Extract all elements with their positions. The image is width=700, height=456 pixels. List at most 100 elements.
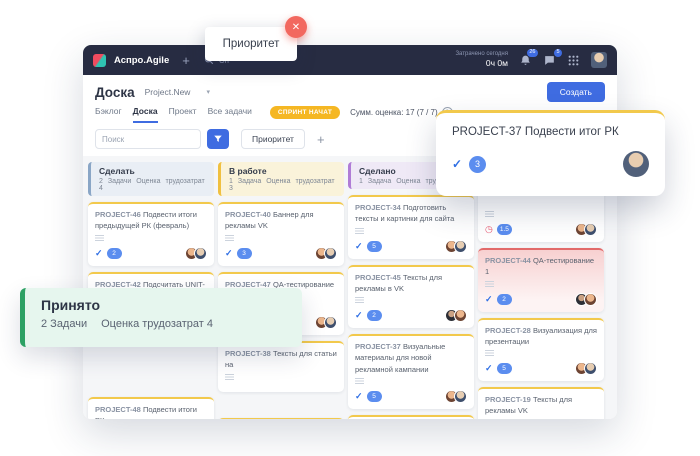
close-icon: ✕ bbox=[292, 22, 300, 33]
task-card-project-37[interactable]: PROJECT-37 Визуальные материалы для ново… bbox=[348, 334, 474, 409]
priority-tooltip: Приоритет ✕ bbox=[205, 27, 297, 61]
task-card-project-28[interactable]: PROJECT-28 Визуализация для презентации ✓… bbox=[478, 318, 604, 382]
tab-Доска[interactable]: Доска bbox=[133, 106, 158, 123]
task-card-title: PROJECT-34 Подготовить тексты и картинки… bbox=[355, 202, 467, 225]
accepted-task-count: 2 Задачи bbox=[41, 318, 87, 330]
tab-Все задачи[interactable]: Все задачи bbox=[208, 106, 252, 123]
assignee-avatars bbox=[575, 223, 597, 236]
accepted-column-tooltip: Принято 2 Задачи Оценка трудозатрат 4 bbox=[20, 288, 302, 347]
top-navigation-bar: Аспро.Agile + Сп Затрачено сегодня 0ч 0м… bbox=[83, 45, 617, 75]
checkmark-icon: ✓ bbox=[485, 363, 493, 374]
task-card-title: PROJECT-48 Подвести итоги РК bbox=[95, 404, 207, 419]
task-id: PROJECT-34 bbox=[355, 203, 401, 212]
alarm-clock-icon: ◷ bbox=[485, 225, 493, 234]
assignee-avatars bbox=[315, 316, 337, 329]
task-card-footer: ✓3 bbox=[225, 247, 337, 260]
close-button[interactable]: ✕ bbox=[285, 16, 307, 38]
task-card-footer: ✓5 bbox=[355, 240, 467, 253]
checkmark-icon: ✓ bbox=[452, 157, 462, 171]
task-id: PROJECT-46 bbox=[95, 210, 141, 219]
avatar bbox=[324, 247, 337, 260]
accepted-estimate: Оценка трудозатрат 4 bbox=[101, 318, 213, 330]
column-accepted: ◷1.5PROJECT-44 QA-тестирование 1✓2PROJEC… bbox=[478, 162, 604, 419]
task-id: PROJECT-45 bbox=[355, 273, 401, 282]
task-id: PROJECT-40 bbox=[225, 210, 271, 219]
task-card-title: PROJECT-37 Визуальные материалы для ново… bbox=[355, 341, 467, 375]
topbar-right-group: Затрачено сегодня 0ч 0м 26 5 bbox=[455, 51, 607, 69]
column-header: В работе1 Задача Оценка трудозатрат 3 bbox=[218, 162, 344, 196]
task-id: PROJECT-19 bbox=[485, 395, 531, 404]
column-meta: 2 Задачи Оценка трудозатрат 4 bbox=[99, 178, 206, 192]
task-card-project-23[interactable]: PROJECT-23 Итоги РК✓5 bbox=[348, 415, 474, 419]
description-lines-icon bbox=[485, 350, 494, 356]
task-card-footer: ✓2 bbox=[95, 247, 207, 260]
description-lines-icon bbox=[355, 378, 364, 384]
time-tracker[interactable]: Затрачено сегодня 0ч 0м bbox=[455, 51, 508, 69]
assignee-avatar[interactable] bbox=[623, 151, 649, 177]
column-header: Сделать2 Задачи Оценка трудозатрат 4 bbox=[88, 162, 214, 196]
quick-add-icon[interactable]: + bbox=[182, 54, 190, 67]
task-card-project-48[interactable]: PROJECT-48 Подвести итоги РК✓2 bbox=[88, 397, 214, 419]
grid-dots-icon bbox=[567, 54, 580, 67]
task-card-popup[interactable]: PROJECT-37 Подвести итог РК ✓ 3 bbox=[436, 110, 665, 196]
description-lines-icon bbox=[355, 228, 364, 234]
task-card-footer: ✓2 bbox=[355, 309, 467, 322]
app-window: Аспро.Agile + Сп Затрачено сегодня 0ч 0м… bbox=[83, 45, 617, 419]
checkmark-icon: ✓ bbox=[355, 391, 363, 402]
description-lines-icon bbox=[95, 235, 104, 241]
checkmark-icon: ✓ bbox=[355, 241, 363, 252]
task-card-popup-title: PROJECT-37 Подвести итог РК bbox=[452, 126, 649, 138]
notifications-button[interactable]: 26 bbox=[519, 54, 532, 67]
apps-menu-button[interactable] bbox=[567, 54, 580, 67]
task-card-footer: ✓2 bbox=[485, 293, 597, 306]
tab-Проект[interactable]: Проект bbox=[169, 106, 197, 123]
checklist-count-badge: 5 bbox=[367, 391, 382, 402]
user-avatar[interactable] bbox=[591, 52, 607, 68]
checkmark-icon: ✓ bbox=[355, 310, 363, 321]
task-card-project-46[interactable]: PROJECT-46 Подвести итоги предыдущей РК … bbox=[88, 202, 214, 266]
task-card[interactable]: теории✓3 bbox=[218, 418, 344, 420]
description-lines-icon bbox=[485, 281, 494, 287]
assignee-avatars bbox=[315, 247, 337, 260]
assignee-avatars bbox=[445, 240, 467, 253]
task-card-title: PROJECT-46 Подвести итоги предыдущей РК … bbox=[95, 209, 207, 232]
assignee-avatars bbox=[575, 293, 597, 306]
filter-button[interactable] bbox=[207, 129, 229, 149]
task-card-project-44[interactable]: PROJECT-44 QA-тестирование 1✓2 bbox=[478, 248, 604, 312]
board-header: Доска Project.New ▾ Создать bbox=[83, 75, 617, 103]
column-Сделано: Сделано1 Задача Оценка трудозатратPROJEC… bbox=[348, 162, 474, 419]
checklist-count-badge: 2 bbox=[107, 248, 122, 259]
checkmark-icon: ✓ bbox=[95, 248, 103, 259]
sprint-status-badge: СПРИНТ НАЧАТ bbox=[270, 106, 340, 119]
tab-Бэклог[interactable]: Бэклог bbox=[95, 106, 122, 123]
avatar bbox=[324, 316, 337, 329]
task-card-title: PROJECT-40 Баннер для рекламы VK bbox=[225, 209, 337, 232]
task-card-project-45[interactable]: PROJECT-45 Тексты для рекламы в VK✓2 bbox=[348, 265, 474, 329]
task-card-project-40[interactable]: PROJECT-40 Баннер для рекламы VK ✓3 bbox=[218, 202, 344, 266]
task-card-popup-footer: ✓ 3 bbox=[452, 151, 649, 177]
task-id: PROJECT-37 bbox=[355, 342, 401, 351]
checklist-count-badge: 2 bbox=[367, 310, 382, 321]
assignee-avatars bbox=[185, 247, 207, 260]
task-card-title: PROJECT-28 Визуализация для презентации bbox=[485, 325, 597, 348]
create-button[interactable]: Создать bbox=[547, 82, 605, 102]
task-card-project-19[interactable]: PROJECT-19 Тексты для рекламы VK✓5 bbox=[478, 387, 604, 419]
assignee-avatars bbox=[575, 362, 597, 375]
task-id: PROJECT-44 bbox=[485, 256, 531, 265]
priority-filter-chip[interactable]: Приоритет bbox=[241, 129, 305, 149]
app-logo-icon bbox=[93, 54, 106, 67]
avatar bbox=[584, 293, 597, 306]
project-selector[interactable]: Project.New ▾ bbox=[145, 87, 210, 97]
tabs: Бэклог Доска Проект Все задачи bbox=[95, 106, 252, 123]
task-id: PROJECT-48 bbox=[95, 405, 141, 414]
screenshot-canvas: Аспро.Agile + Сп Затрачено сегодня 0ч 0м… bbox=[0, 0, 700, 456]
search-input[interactable] bbox=[95, 129, 201, 149]
messages-button[interactable]: 5 bbox=[543, 54, 556, 67]
task-id: PROJECT-38 bbox=[225, 349, 271, 358]
task-card-project-34[interactable]: PROJECT-34 Подготовить тексты и картинки… bbox=[348, 195, 474, 259]
add-filter-button[interactable]: + bbox=[317, 133, 325, 146]
task-card-project-38[interactable]: PROJECT-38 Тексты для статьи на bbox=[218, 341, 344, 392]
app-name: Аспро.Agile bbox=[114, 55, 169, 66]
avatar bbox=[454, 390, 467, 403]
task-card-title: PROJECT-38 Тексты для статьи на bbox=[225, 348, 337, 371]
